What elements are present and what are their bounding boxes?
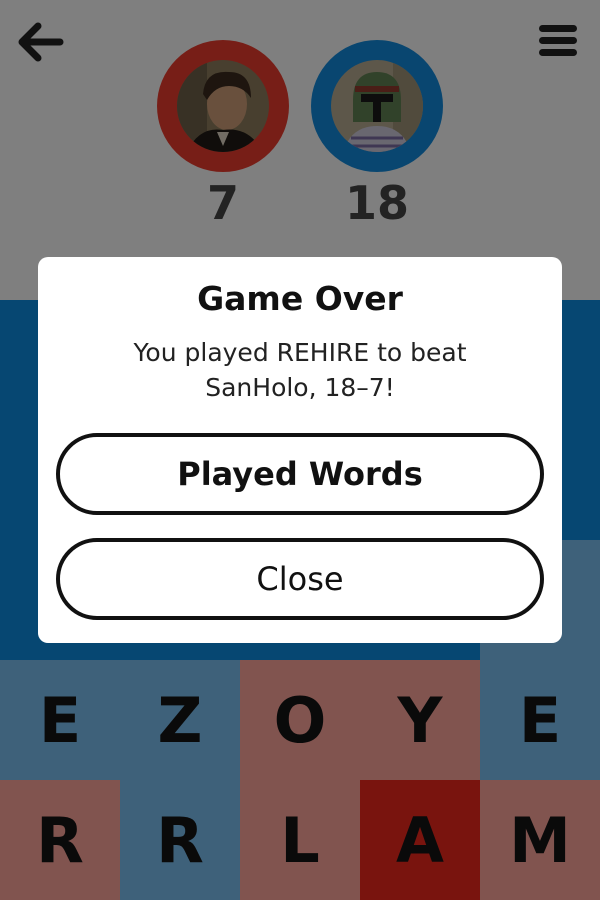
dialog-title: Game Over xyxy=(197,279,403,318)
close-button[interactable]: Close xyxy=(56,538,544,620)
game-screen: 7 18 EZOYERRLAM Game Over You played REH… xyxy=(0,0,600,900)
game-over-dialog: Game Over You played REHIRE to beat SanH… xyxy=(38,257,562,643)
played-words-button[interactable]: Played Words xyxy=(56,433,544,515)
dialog-message: You played REHIRE to beat SanHolo, 18–7! xyxy=(133,338,467,402)
